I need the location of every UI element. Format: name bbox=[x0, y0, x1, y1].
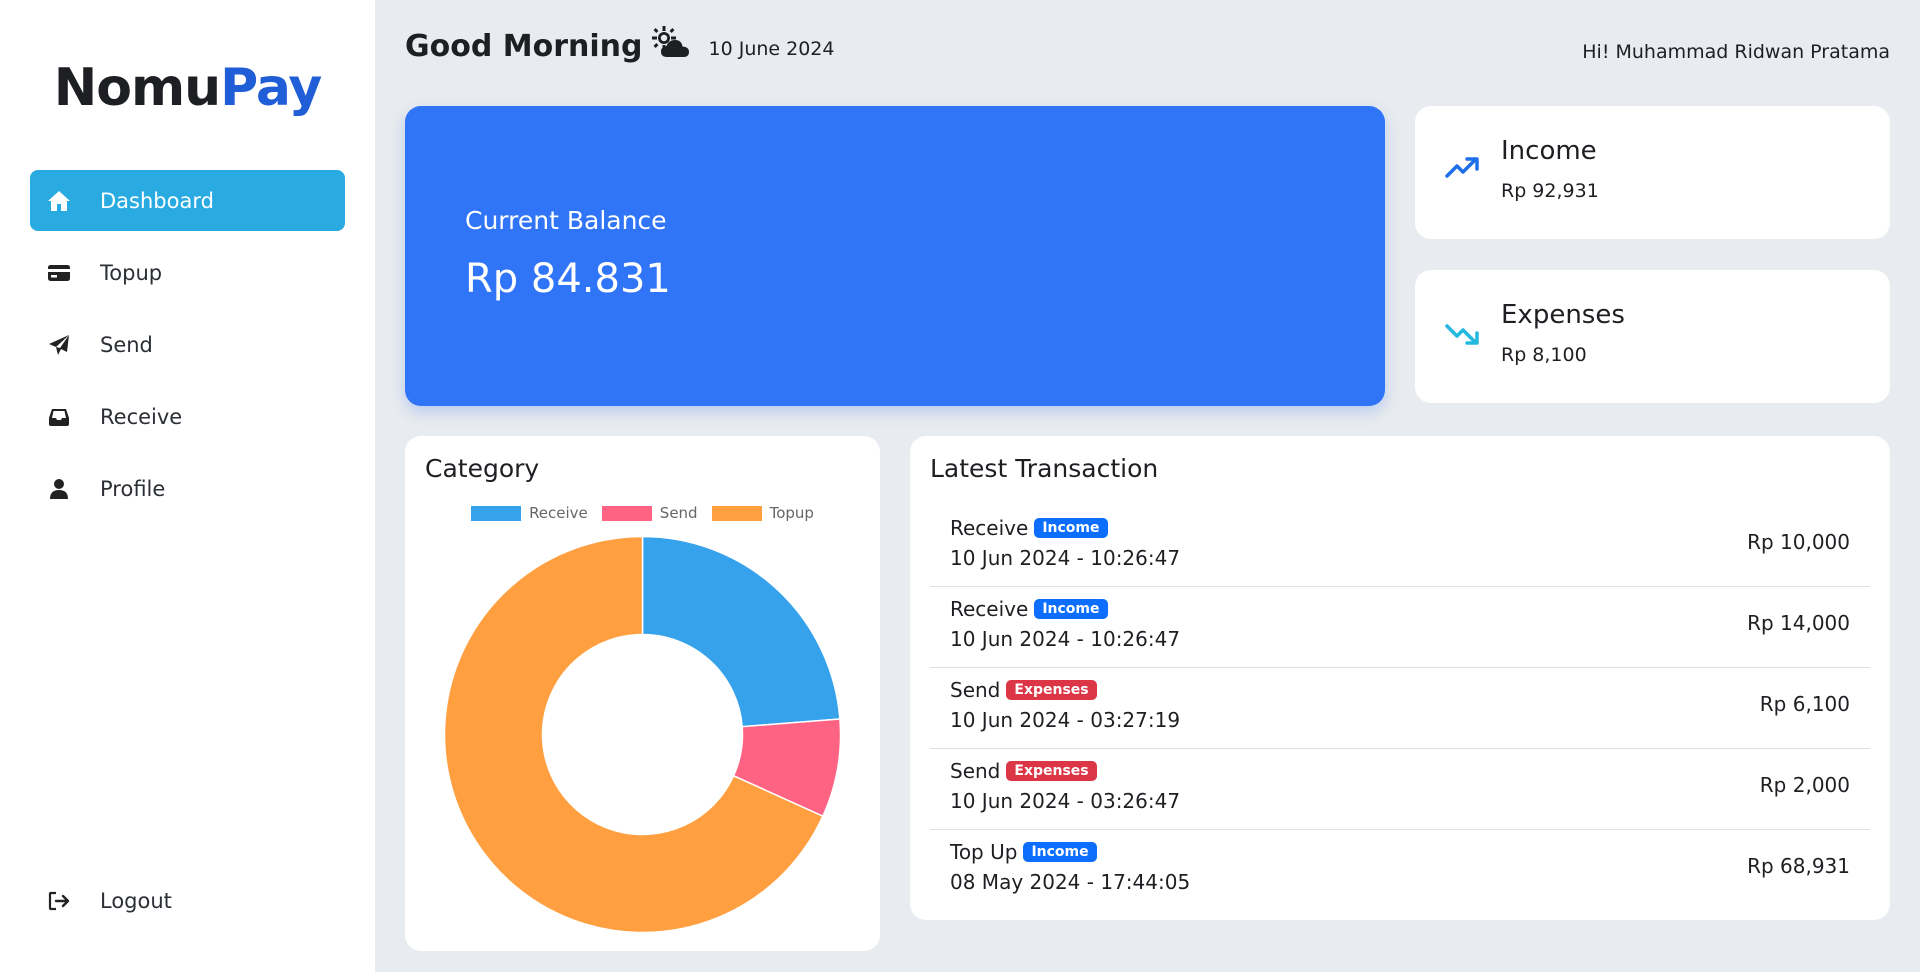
greeting-text: Good Morning bbox=[405, 28, 643, 64]
main-content: Good Morning 10 June 2024 Hi! Muhammad R… bbox=[375, 0, 1920, 972]
trend-down-icon bbox=[1445, 322, 1481, 350]
inbox-icon bbox=[46, 404, 72, 430]
category-title: Category bbox=[425, 454, 540, 483]
transaction-date: 10 Jun 2024 - 03:27:19 bbox=[950, 708, 1181, 732]
legend-item-topup[interactable]: Topup bbox=[711, 504, 814, 522]
sidebar-item-label: Send bbox=[100, 332, 153, 357]
paper-plane-icon bbox=[46, 332, 72, 358]
category-donut-chart bbox=[443, 535, 842, 934]
balance-value: Rp 84.831 bbox=[465, 256, 671, 302]
legend-swatch-receive bbox=[471, 505, 522, 521]
sidebar-item-label: Receive bbox=[100, 404, 183, 429]
transaction-amount: Rp 68,931 bbox=[1747, 854, 1850, 878]
home-icon bbox=[46, 188, 72, 214]
legend-swatch-topup bbox=[711, 505, 762, 521]
sidebar-item-dashboard[interactable]: Dashboard bbox=[30, 170, 345, 231]
transaction-row[interactable]: Send Expenses 10 Jun 2024 - 03:26:47 Rp … bbox=[930, 749, 1870, 830]
legend-item-receive[interactable]: Receive bbox=[471, 504, 588, 522]
transaction-date: 08 May 2024 - 17:44:05 bbox=[950, 870, 1191, 894]
transaction-date: 10 Jun 2024 - 10:26:47 bbox=[950, 627, 1181, 651]
transaction-title: Latest Transaction bbox=[930, 454, 1159, 483]
expenses-card: Expenses Rp 8,100 bbox=[1415, 270, 1890, 403]
status-badge: Income bbox=[1023, 842, 1097, 862]
user-greeting: Hi! Muhammad Ridwan Pratama bbox=[1582, 41, 1890, 63]
income-card: Income Rp 92,931 bbox=[1415, 106, 1890, 239]
logout-icon bbox=[46, 888, 72, 914]
legend-swatch-send bbox=[601, 505, 652, 521]
sidebar-item-topup[interactable]: Topup bbox=[30, 242, 345, 303]
transaction-type: Send Expenses bbox=[950, 759, 1097, 783]
current-balance-card: Current Balance Rp 84.831 bbox=[405, 106, 1385, 406]
sidebar-item-receive[interactable]: Receive bbox=[30, 386, 345, 447]
balance-title: Current Balance bbox=[465, 206, 667, 235]
sidebar-item-label: Topup bbox=[100, 260, 163, 285]
category-card: Category Receive Send Topup bbox=[405, 436, 880, 951]
income-value: Rp 92,931 bbox=[1501, 180, 1599, 202]
latest-transaction-card: Latest Transaction Receive Income 10 Jun… bbox=[910, 436, 1890, 920]
transaction-type: Receive Income bbox=[950, 516, 1108, 540]
logout-area: Logout bbox=[30, 870, 345, 942]
expenses-value: Rp 8,100 bbox=[1501, 344, 1587, 366]
income-title: Income bbox=[1501, 136, 1597, 166]
legend-label: Topup bbox=[769, 504, 814, 522]
credit-card-icon bbox=[46, 260, 72, 286]
status-badge: Expenses bbox=[1006, 680, 1097, 700]
legend-label: Receive bbox=[529, 504, 588, 522]
user-icon bbox=[46, 476, 72, 502]
greeting-bar: Good Morning 10 June 2024 bbox=[405, 26, 835, 64]
transaction-row[interactable]: Send Expenses 10 Jun 2024 - 03:27:19 Rp … bbox=[930, 668, 1870, 749]
transaction-amount: Rp 10,000 bbox=[1747, 530, 1850, 554]
transaction-date: 10 Jun 2024 - 10:26:47 bbox=[950, 546, 1181, 570]
chart-legend: Receive Send Topup bbox=[405, 504, 880, 522]
transaction-name: Send bbox=[950, 678, 1001, 702]
sun-cloud-icon bbox=[651, 26, 691, 64]
sidebar-item-label: Profile bbox=[100, 476, 166, 501]
transaction-amount: Rp 2,000 bbox=[1759, 773, 1850, 797]
trend-up-icon bbox=[1445, 156, 1481, 184]
transaction-name: Receive bbox=[950, 597, 1029, 621]
logo-text-nomu: Nomu bbox=[53, 58, 221, 118]
transaction-amount: Rp 6,100 bbox=[1759, 692, 1850, 716]
legend-item-send[interactable]: Send bbox=[601, 504, 698, 522]
transaction-name: Top Up bbox=[950, 840, 1018, 864]
transaction-list: Receive Income 10 Jun 2024 - 10:26:47 Rp… bbox=[930, 506, 1870, 911]
logo-text-pay: Pay bbox=[220, 58, 322, 118]
transaction-amount: Rp 14,000 bbox=[1747, 611, 1850, 635]
sidebar-item-send[interactable]: Send bbox=[30, 314, 345, 375]
legend-label: Send bbox=[659, 504, 698, 522]
transaction-type: Send Expenses bbox=[950, 678, 1097, 702]
status-badge: Income bbox=[1034, 518, 1108, 538]
transaction-row[interactable]: Receive Income 10 Jun 2024 - 10:26:47 Rp… bbox=[930, 506, 1870, 587]
sidebar: NomuPay Dashboard Topup Send Receive Pro… bbox=[0, 0, 375, 972]
app-logo[interactable]: NomuPay bbox=[0, 58, 375, 118]
status-badge: Income bbox=[1034, 599, 1108, 619]
sidebar-item-profile[interactable]: Profile bbox=[30, 458, 345, 519]
transaction-type: Receive Income bbox=[950, 597, 1108, 621]
transaction-type: Top Up Income bbox=[950, 840, 1097, 864]
current-date: 10 June 2024 bbox=[708, 38, 835, 60]
logout-button[interactable]: Logout bbox=[30, 870, 345, 931]
transaction-name: Receive bbox=[950, 516, 1029, 540]
logout-label: Logout bbox=[100, 888, 172, 913]
transaction-row[interactable]: Receive Income 10 Jun 2024 - 10:26:47 Rp… bbox=[930, 587, 1870, 668]
transaction-row[interactable]: Top Up Income 08 May 2024 - 17:44:05 Rp … bbox=[930, 830, 1870, 911]
sidebar-item-label: Dashboard bbox=[100, 188, 214, 213]
expenses-title: Expenses bbox=[1501, 300, 1625, 330]
donut-slice-receive[interactable] bbox=[641, 535, 841, 728]
sidebar-nav: Dashboard Topup Send Receive Profile bbox=[30, 170, 345, 530]
status-badge: Expenses bbox=[1006, 761, 1097, 781]
transaction-date: 10 Jun 2024 - 03:26:47 bbox=[950, 789, 1181, 813]
transaction-name: Send bbox=[950, 759, 1001, 783]
